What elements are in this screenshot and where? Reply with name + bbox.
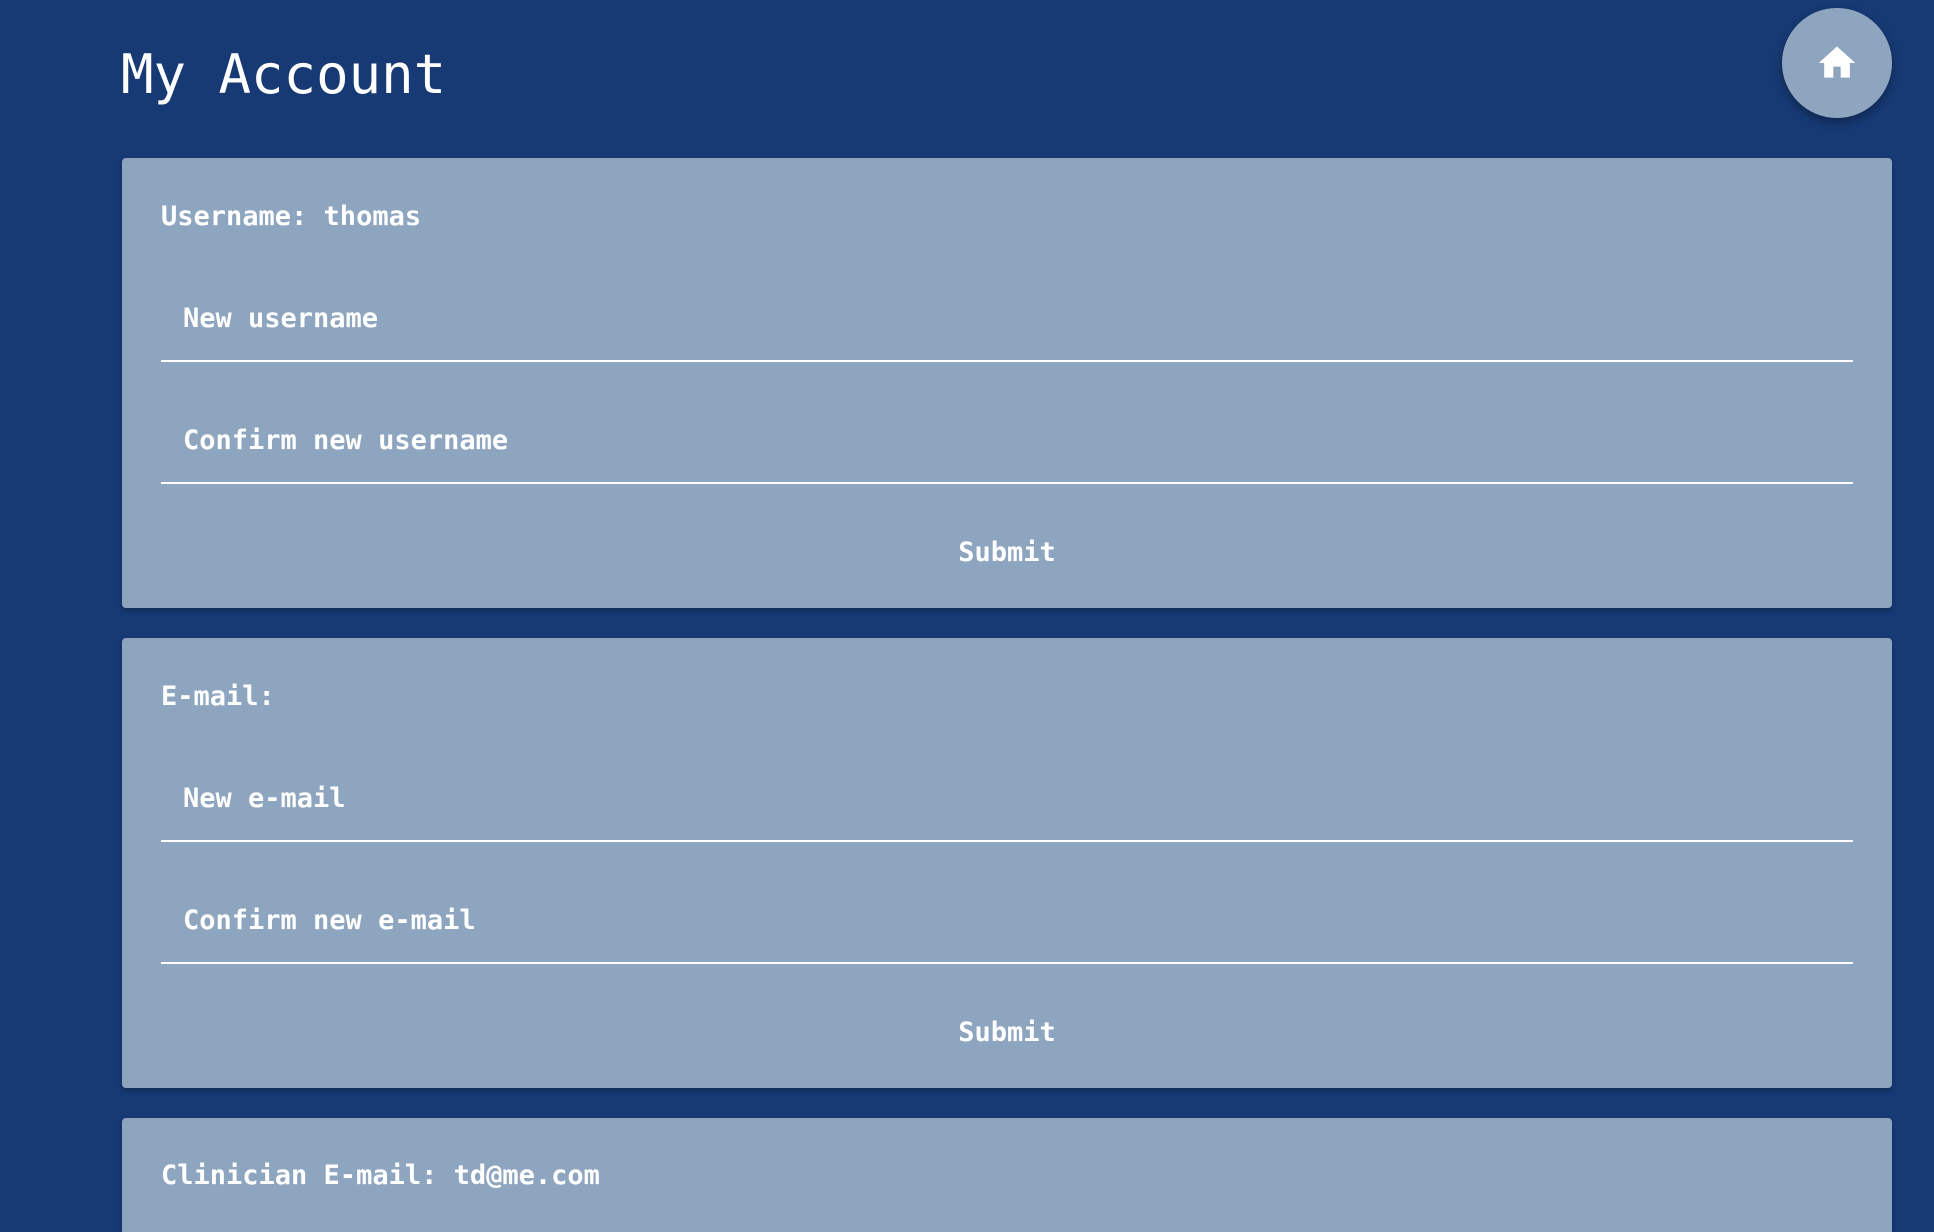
confirm-username-field xyxy=(161,388,1853,484)
username-card: Username: thomas Submit xyxy=(122,158,1892,608)
clinician-email-label: Clinician E-mail: td@me.com xyxy=(161,1160,600,1191)
email-card: E-mail: Submit xyxy=(122,638,1892,1088)
new-email-field xyxy=(161,746,1853,842)
current-username-label: Username: thomas xyxy=(161,201,422,232)
username-submit-button[interactable]: Submit xyxy=(907,520,1107,584)
current-email-label: E-mail: xyxy=(161,681,275,712)
confirm-email-field xyxy=(161,868,1853,964)
page-title: My Account xyxy=(121,43,447,106)
new-email-input[interactable] xyxy=(161,746,1853,840)
email-submit-button[interactable]: Submit xyxy=(907,1000,1107,1064)
home-icon xyxy=(1818,46,1856,78)
confirm-username-input[interactable] xyxy=(161,388,1853,482)
new-username-field xyxy=(161,266,1853,362)
clinician-email-card: Clinician E-mail: td@me.com xyxy=(122,1118,1892,1232)
home-button[interactable] xyxy=(1782,8,1892,118)
account-page: My Account Username: thomas Submit E-mai… xyxy=(0,0,1934,1232)
confirm-email-input[interactable] xyxy=(161,868,1853,962)
new-username-input[interactable] xyxy=(161,266,1853,360)
